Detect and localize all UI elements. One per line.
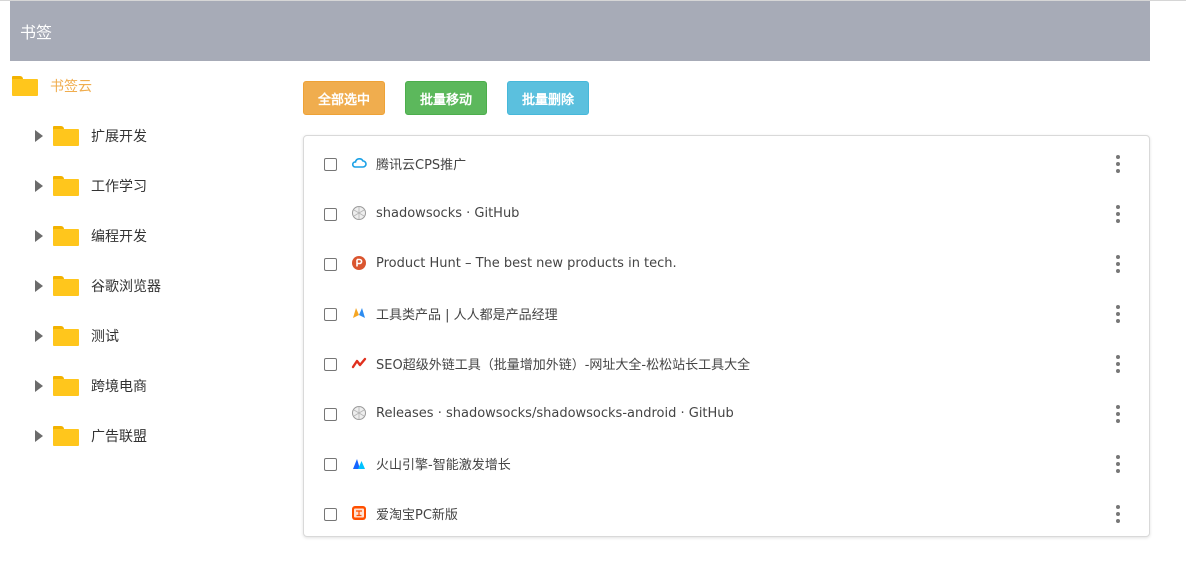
bookmark-checkbox[interactable] <box>324 207 337 221</box>
sidebar-item-kuajing[interactable]: 跨境电商 <box>35 371 147 401</box>
bookmark-row[interactable]: 爱淘宝PC新版 <box>304 488 1149 538</box>
sidebar-item-label: 谷歌浏览器 <box>91 279 161 295</box>
sidebar-item-ceshi[interactable]: 测试 <box>35 321 119 351</box>
bookmark-checkbox[interactable] <box>324 457 337 471</box>
folder-icon <box>53 376 79 396</box>
bookmark-row[interactable]: SEO超级外链工具（批量增加外链）-网址大全-松松站长工具大全 <box>304 338 1149 388</box>
folder-icon <box>53 226 79 246</box>
sidebar-item-kuozhan[interactable]: 扩展开发 <box>35 121 147 151</box>
caret-right-icon[interactable] <box>35 330 43 342</box>
bookmark-row[interactable]: 火山引擎-智能激发增长 <box>304 438 1149 488</box>
bookmark-title[interactable]: SEO超级外链工具（批量增加外链）-网址大全-松松站长工具大全 <box>376 354 750 373</box>
sidebar-item-chrome[interactable]: 谷歌浏览器 <box>35 271 161 301</box>
bookmark-title[interactable]: 爱淘宝PC新版 <box>376 504 458 523</box>
folder-icon <box>53 176 79 196</box>
caret-right-icon[interactable] <box>35 280 43 292</box>
sidebar-item-label: 广告联盟 <box>91 429 147 445</box>
sidebar-item-label: 编程开发 <box>91 229 147 245</box>
folder-icon <box>53 126 79 146</box>
caret-right-icon[interactable] <box>35 430 43 442</box>
folder-icon <box>53 426 79 446</box>
bookmark-row[interactable]: 腾讯云CPS推广 <box>304 138 1149 188</box>
sidebar-root-label: 书签云 <box>50 79 92 95</box>
bookmark-checkbox[interactable] <box>324 157 337 171</box>
bookmark-checkbox[interactable] <box>324 507 337 521</box>
caret-right-icon[interactable] <box>35 380 43 392</box>
bookmark-title[interactable]: shadowsocks · GitHub <box>376 206 519 221</box>
sidebar-item-guanggao[interactable]: 广告联盟 <box>35 421 147 451</box>
bookmark-checkbox[interactable] <box>324 307 337 321</box>
more-options-icon[interactable] <box>1115 355 1121 373</box>
bookmark-row[interactable]: shadowsocks · GitHub <box>304 188 1149 238</box>
globe-icon <box>351 405 367 421</box>
batch-move-button[interactable]: 批量移动 <box>405 81 487 115</box>
bookmark-title[interactable]: 腾讯云CPS推广 <box>376 154 466 173</box>
bookmark-title[interactable]: 工具类产品 | 人人都是产品经理 <box>376 304 558 323</box>
more-options-icon[interactable] <box>1115 205 1121 223</box>
bookmark-list: 腾讯云CPS推广 shadowsocks · GitHub Product Hu… <box>303 135 1150 537</box>
more-options-icon[interactable] <box>1115 405 1121 423</box>
bookmark-checkbox[interactable] <box>324 357 337 371</box>
bookmark-title[interactable]: Product Hunt – The best new products in … <box>376 256 677 271</box>
caret-right-icon[interactable] <box>35 130 43 142</box>
more-options-icon[interactable] <box>1115 505 1121 523</box>
caret-right-icon[interactable] <box>35 230 43 242</box>
bookmark-row[interactable]: 工具类产品 | 人人都是产品经理 <box>304 288 1149 338</box>
caret-right-icon[interactable] <box>35 180 43 192</box>
batch-delete-button[interactable]: 批量删除 <box>507 81 589 115</box>
sidebar-item-label: 工作学习 <box>91 179 147 195</box>
seo-link-icon <box>351 355 367 371</box>
more-options-icon[interactable] <box>1115 305 1121 323</box>
sidebar-item-biancheng[interactable]: 编程开发 <box>35 221 147 251</box>
bookmark-title[interactable]: Releases · shadowsocks/shadowsocks-andro… <box>376 406 734 421</box>
product-hunt-icon <box>351 255 367 271</box>
bookmark-checkbox[interactable] <box>324 257 337 271</box>
tencent-cloud-icon <box>351 155 367 171</box>
toolbar: 全部选中 批量移动 批量删除 <box>303 81 589 115</box>
volcengine-icon <box>351 455 367 471</box>
sidebar-root-folder[interactable]: 书签云 <box>12 71 92 101</box>
more-options-icon[interactable] <box>1115 455 1121 473</box>
bookmark-checkbox[interactable] <box>324 407 337 421</box>
more-options-icon[interactable] <box>1115 255 1121 273</box>
sidebar-item-label: 跨境电商 <box>91 379 147 395</box>
page-header: 书签 <box>10 1 1150 61</box>
select-all-button[interactable]: 全部选中 <box>303 81 385 115</box>
page-title: 书签 <box>20 23 53 42</box>
bookmark-row[interactable]: Releases · shadowsocks/shadowsocks-andro… <box>304 388 1149 438</box>
taobao-icon <box>351 505 367 521</box>
bookmark-title[interactable]: 火山引擎-智能激发增长 <box>376 454 511 473</box>
more-options-icon[interactable] <box>1115 155 1121 173</box>
bookmark-row[interactable]: Product Hunt – The best new products in … <box>304 238 1149 288</box>
folder-icon <box>12 76 38 96</box>
globe-icon <box>351 205 367 221</box>
folder-icon <box>53 276 79 296</box>
folder-icon <box>53 326 79 346</box>
sidebar-item-label: 测试 <box>91 329 119 345</box>
sidebar-item-gongzuo[interactable]: 工作学习 <box>35 171 147 201</box>
sidebar-item-label: 扩展开发 <box>91 129 147 145</box>
woshipm-icon <box>351 305 367 321</box>
